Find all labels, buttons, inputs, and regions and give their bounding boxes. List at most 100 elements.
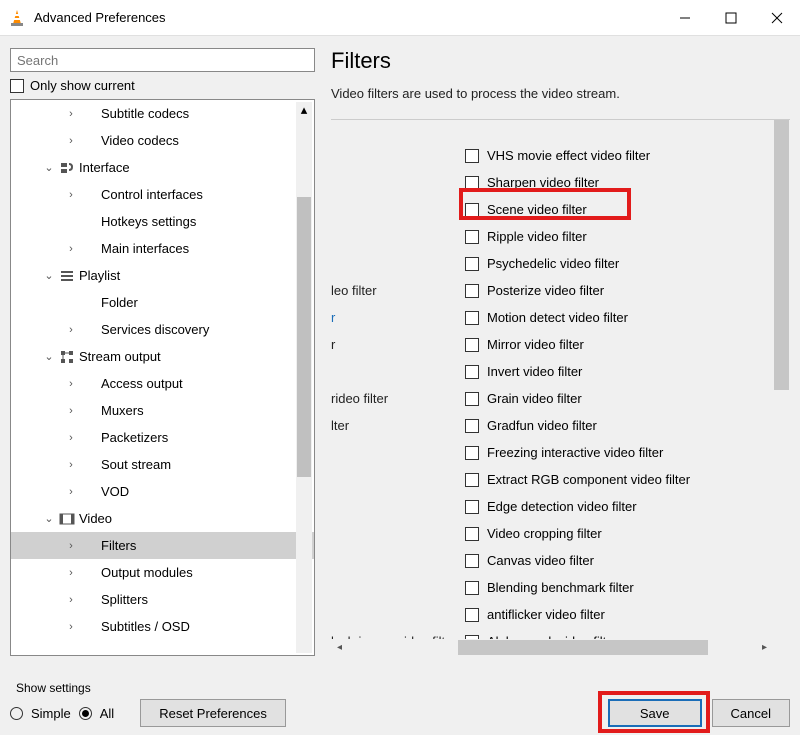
filter-label: Scene video filter — [487, 202, 587, 217]
filter-checkbox[interactable] — [465, 608, 479, 622]
tree-node[interactable]: ⌄Interface — [11, 154, 314, 181]
all-radio[interactable] — [79, 707, 92, 720]
tree-node[interactable]: Hotkeys settings — [11, 208, 314, 235]
chevron-right-icon: › — [63, 243, 79, 255]
filter-row: antiflicker video filter — [465, 601, 772, 628]
filters-horizontal-scrollbar[interactable]: ◂ ▸ — [331, 639, 773, 656]
filter-checkbox[interactable] — [465, 392, 479, 406]
filter-checkbox[interactable] — [465, 203, 479, 217]
tree-scroll-thumb[interactable] — [297, 197, 311, 477]
filter-label: Freezing interactive video filter — [487, 445, 663, 460]
tree-node[interactable]: ⌄Stream output — [11, 343, 314, 370]
filter-checkbox[interactable] — [465, 257, 479, 271]
filter-left-fragment — [331, 250, 461, 277]
filter-checkbox[interactable] — [465, 581, 479, 595]
tree-node[interactable]: ›Packetizers — [11, 424, 314, 451]
filter-left-fragment — [331, 574, 461, 601]
filter-left-fragment: leo filter — [331, 277, 461, 304]
maximize-button[interactable] — [708, 0, 754, 36]
filter-row: VHS movie effect video filter — [465, 142, 772, 169]
tree-node-label: Output modules — [99, 565, 193, 580]
search-input[interactable] — [10, 48, 315, 72]
scroll-up-arrow-icon[interactable]: ▴ — [296, 102, 312, 118]
tree-node-label: Sout stream — [99, 457, 171, 472]
simple-radio-label: Simple — [31, 706, 71, 721]
tree-vertical-scrollbar[interactable]: ▴ — [296, 102, 312, 653]
tree-node[interactable]: ›Muxers — [11, 397, 314, 424]
tree-node-label: Subtitle codecs — [99, 106, 189, 121]
tree-node[interactable]: Folder — [11, 289, 314, 316]
tree-node[interactable]: ⌄Playlist — [11, 262, 314, 289]
tree-node[interactable]: ›Services discovery — [11, 316, 314, 343]
hscroll-left-arrow-icon[interactable]: ◂ — [331, 639, 348, 656]
save-button[interactable]: Save — [608, 699, 702, 727]
tree-node[interactable]: ›Video codecs — [11, 127, 314, 154]
filter-label: Mirror video filter — [487, 337, 584, 352]
tree-node-label: Services discovery — [99, 322, 209, 337]
tree-node[interactable]: › Output modules — [11, 559, 314, 586]
filter-checkbox[interactable] — [465, 500, 479, 514]
chevron-right-icon: › — [63, 567, 79, 579]
only-show-current-checkbox[interactable] — [10, 79, 24, 93]
filter-checkbox[interactable] — [465, 419, 479, 433]
filters-vertical-scrollbar[interactable] — [773, 120, 790, 632]
filter-left-fragment: r — [331, 304, 461, 331]
chevron-down-icon: ⌄ — [41, 269, 57, 282]
tree-node-label: Filters — [99, 538, 136, 553]
filter-left-fragment: lter — [331, 412, 461, 439]
filter-label: Blending benchmark filter — [487, 580, 634, 595]
footer: Show settings Simple All Reset Preferenc… — [10, 677, 790, 727]
filter-row: Edge detection video filter — [465, 493, 772, 520]
filter-left-fragment — [331, 466, 461, 493]
tree-node[interactable]: ›Splitters — [11, 586, 314, 613]
filter-checkbox[interactable] — [465, 284, 479, 298]
cancel-button[interactable]: Cancel — [712, 699, 790, 727]
chevron-down-icon: ⌄ — [41, 350, 57, 363]
tree-node[interactable]: ›Access output — [11, 370, 314, 397]
filter-left-fragment — [331, 439, 461, 466]
tree-node[interactable]: ›Subtitle codecs — [11, 100, 314, 127]
chevron-right-icon: › — [63, 540, 79, 552]
filter-checkbox[interactable] — [465, 338, 479, 352]
filter-checkbox[interactable] — [465, 311, 479, 325]
filter-checkbox[interactable] — [465, 365, 479, 379]
filter-label: Extract RGB component video filter — [487, 472, 690, 487]
filter-row: Gradfun video filter — [465, 412, 772, 439]
filter-left-fragment — [331, 358, 461, 385]
chevron-right-icon: › — [63, 405, 79, 417]
hscroll-right-arrow-icon[interactable]: ▸ — [756, 639, 773, 656]
chevron-right-icon: › — [63, 486, 79, 498]
filter-checkbox[interactable] — [465, 149, 479, 163]
tree-node[interactable]: ›Subtitles / OSD — [11, 613, 314, 640]
preferences-tree[interactable]: ›Subtitle codecs›Video codecs⌄Interface›… — [11, 100, 314, 655]
filter-checkbox[interactable] — [465, 527, 479, 541]
filter-label: Video cropping filter — [487, 526, 602, 541]
tree-node[interactable]: › Filters — [11, 532, 314, 559]
filter-left-fragment: rideo filter — [331, 385, 461, 412]
filter-label: Sharpen video filter — [487, 175, 599, 190]
filter-checkbox[interactable] — [465, 473, 479, 487]
filter-label: Posterize video filter — [487, 283, 604, 298]
filter-checkbox[interactable] — [465, 446, 479, 460]
filter-checkbox[interactable] — [465, 230, 479, 244]
filter-label: VHS movie effect video filter — [487, 148, 650, 163]
tree-node-label: Packetizers — [99, 430, 168, 445]
tree-node[interactable]: ›Main interfaces — [11, 235, 314, 262]
filter-checkbox[interactable] — [465, 176, 479, 190]
tree-node[interactable]: ›Sout stream — [11, 451, 314, 478]
filter-left-fragment — [331, 493, 461, 520]
tree-node[interactable]: ›Control interfaces — [11, 181, 314, 208]
filter-left-fragment — [331, 520, 461, 547]
filter-label: Edge detection video filter — [487, 499, 637, 514]
minimize-button[interactable] — [662, 0, 708, 36]
vscroll-thumb[interactable] — [774, 120, 789, 390]
hscroll-thumb[interactable] — [458, 640, 708, 655]
chevron-right-icon: › — [63, 378, 79, 390]
tree-node[interactable]: ›VOD — [11, 478, 314, 505]
reset-preferences-button[interactable]: Reset Preferences — [140, 699, 286, 727]
close-button[interactable] — [754, 0, 800, 36]
filter-checkbox[interactable] — [465, 554, 479, 568]
tree-node[interactable]: ⌄Video — [11, 505, 314, 532]
simple-radio[interactable] — [10, 707, 23, 720]
filter-left-fragment — [331, 547, 461, 574]
